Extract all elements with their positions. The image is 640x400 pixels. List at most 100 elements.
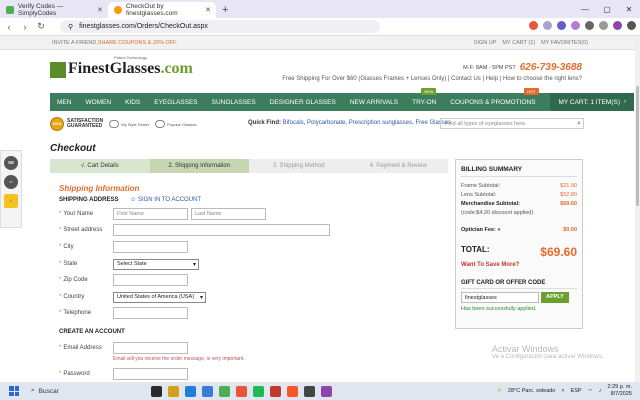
password-input[interactable] xyxy=(113,368,188,380)
forward-icon[interactable]: › xyxy=(20,22,30,32)
window-controls: — ▢ ✕ xyxy=(574,0,640,18)
street-address-input[interactable] xyxy=(113,224,330,236)
language-indicator[interactable]: ESP xyxy=(571,388,582,394)
close-tab-icon[interactable]: ✕ xyxy=(205,6,211,14)
sign-in-link[interactable]: ☺ SIGN IN TO ACCOUNT xyxy=(130,197,201,203)
search-icon[interactable]: ⌕ xyxy=(577,120,581,128)
windows-start-icon[interactable] xyxy=(9,386,19,396)
gift-card-row: finestglasses APPLY xyxy=(461,292,577,303)
extension-icon[interactable] xyxy=(571,21,580,30)
sidebar-toggle-icon[interactable] xyxy=(599,21,608,30)
volume-icon[interactable]: ♪ xyxy=(599,388,602,394)
nav-eyeglasses[interactable]: EYEGLASSES xyxy=(147,93,204,111)
extensions-menu-icon[interactable] xyxy=(585,21,594,30)
app-icon[interactable] xyxy=(321,385,332,397)
wifi-icon[interactable]: ⌔ xyxy=(588,388,593,395)
taskbar-search[interactable]: ⌕ Buscar xyxy=(31,387,141,395)
close-tab-icon[interactable]: ✕ xyxy=(97,6,103,14)
app-icon[interactable] xyxy=(236,385,247,397)
norton-badge-icon[interactable]: ✓ xyxy=(4,194,18,208)
last-name-input[interactable]: Last Name xyxy=(191,208,266,220)
reload-icon[interactable]: ↻ xyxy=(36,21,46,32)
scrollbar-thumb[interactable] xyxy=(636,86,639,206)
glasses-tryon-icon[interactable]: ∞ xyxy=(4,175,18,189)
popular-glasses-link[interactable]: Popular Glasses xyxy=(155,120,196,128)
edge-icon[interactable] xyxy=(185,385,196,397)
app-icon[interactable] xyxy=(253,385,264,397)
nav-kids[interactable]: KIDS xyxy=(118,93,147,111)
store-icon[interactable] xyxy=(202,385,213,397)
site-logo[interactable]: FinestGlasses.com Patent Technology xyxy=(50,55,193,78)
weather-text[interactable]: 28°C Parc. soleado xyxy=(508,388,555,394)
country-select[interactable]: United States of America (USA) xyxy=(113,291,206,303)
quick-link-rx-sunglasses[interactable]: Prescription sunglasses xyxy=(349,120,412,126)
nav-new-arrivals[interactable]: NEW ARRIVALS xyxy=(343,93,405,111)
zip-code-input[interactable] xyxy=(113,274,188,286)
extension-icon[interactable] xyxy=(557,21,566,30)
nav-designer-glasses[interactable]: DESIGNER GLASSES xyxy=(263,93,343,111)
patent-label: Patent Technology xyxy=(114,55,147,60)
new-tab-button[interactable]: + xyxy=(216,2,234,18)
task-view-icon[interactable] xyxy=(151,385,162,397)
frame-subtotal-label: Frame Subtotal: xyxy=(461,183,501,189)
label-text: Email Address xyxy=(63,345,102,351)
app-icon[interactable] xyxy=(270,385,281,397)
offer-code-input[interactable]: finestglasses xyxy=(461,292,539,303)
telephone-input[interactable] xyxy=(113,307,188,319)
close-window-icon[interactable]: ✕ xyxy=(618,5,640,14)
nav-coupons[interactable]: COUPONS & PROMOTIONS HOT xyxy=(443,88,542,111)
file-explorer-icon[interactable] xyxy=(168,385,179,397)
optician-fee-label: Optician Fee: ● xyxy=(461,226,501,235)
code-applied-message: Has been successfully applied. xyxy=(461,306,537,312)
style-finder-link[interactable]: My Style Finder xyxy=(109,120,149,128)
quick-link-polycarbonate[interactable]: Polycarbonate xyxy=(307,120,345,126)
tab-checkout[interactable]: CheckOut by finestglasses.com ✕ xyxy=(108,2,216,18)
brave-icon[interactable] xyxy=(287,385,298,397)
app-icon[interactable] xyxy=(219,385,230,397)
nav-try-on[interactable]: TRY-ON NEW xyxy=(405,88,443,111)
city-input[interactable] xyxy=(113,241,188,253)
first-name-input[interactable]: First Name xyxy=(113,208,188,220)
apply-button[interactable]: APPLY xyxy=(541,292,569,303)
weather-icon[interactable]: ☀ xyxy=(497,388,502,394)
minimize-icon[interactable]: — xyxy=(574,5,596,14)
contact-us-link[interactable]: Contact Us xyxy=(451,76,481,82)
brave-shield-icon[interactable] xyxy=(529,21,538,30)
keyboard-icon[interactable]: ⌨ xyxy=(4,156,18,170)
info-icon[interactable]: ● xyxy=(497,227,500,233)
chevron-up-icon[interactable]: ˄ xyxy=(561,388,564,394)
maximize-icon[interactable]: ▢ xyxy=(596,5,618,14)
profile-avatar-icon[interactable] xyxy=(613,21,622,30)
site-info-icon[interactable]: ⚲ xyxy=(68,23,73,31)
email-input[interactable] xyxy=(113,342,188,354)
step-cart-details[interactable]: √. Cart Details xyxy=(50,159,150,173)
label-text: State xyxy=(63,261,78,267)
phone-number[interactable]: 626-739-3688 xyxy=(520,62,582,73)
my-cart-link[interactable]: MY CART (1) xyxy=(502,40,535,46)
nav-men[interactable]: MEN xyxy=(50,93,78,111)
my-favorites-link[interactable]: MY FAVORITES(0) xyxy=(541,40,588,46)
site-top-bar: INVITE A FRIEND,SHARE COUPONS & 20% OFF.… xyxy=(0,36,640,50)
clock[interactable]: 2:29 p. m. 8/7/2025 xyxy=(608,384,632,398)
nav-women[interactable]: WOMEN xyxy=(78,93,118,111)
help-link[interactable]: Help xyxy=(486,76,498,82)
choose-lens-link[interactable]: How to choose the right lens? xyxy=(503,76,582,82)
optician-fee-value: $0.00 xyxy=(563,227,577,233)
save-more-link[interactable]: Want To Save More? xyxy=(461,262,577,268)
extension-icon[interactable] xyxy=(543,21,552,30)
sign-up-link[interactable]: SIGN UP xyxy=(474,40,497,46)
style-finder-label: My Style Finder xyxy=(121,121,150,127)
invite-banner[interactable]: INVITE A FRIEND,SHARE COUPONS & 20% OFF. xyxy=(52,40,177,46)
my-cart-button[interactable]: MY CART: 1 ITEM(S) › xyxy=(550,93,634,111)
url-field[interactable]: ⚲ finestglasses.com/Orders/CheckOut.aspx xyxy=(60,20,380,33)
app-icon[interactable] xyxy=(304,385,315,397)
state-select[interactable]: Select State xyxy=(113,258,199,270)
tab-verify-codes[interactable]: Verify Codes — SimplyCodes ✕ xyxy=(0,2,108,18)
quick-link-bifocals[interactable]: Bifocals xyxy=(283,120,304,126)
back-icon[interactable]: ‹ xyxy=(4,22,14,32)
page-scrollbar[interactable] xyxy=(635,36,640,382)
trust-bar: 100% SATISFACTION GUARANTEED My Style Fi… xyxy=(50,114,584,134)
site-search-input[interactable]: Find all types of eyeglasses here. ⌕ xyxy=(440,118,584,129)
menu-icon[interactable] xyxy=(627,21,636,30)
nav-sunglasses[interactable]: SUNGLASSES xyxy=(205,93,263,111)
